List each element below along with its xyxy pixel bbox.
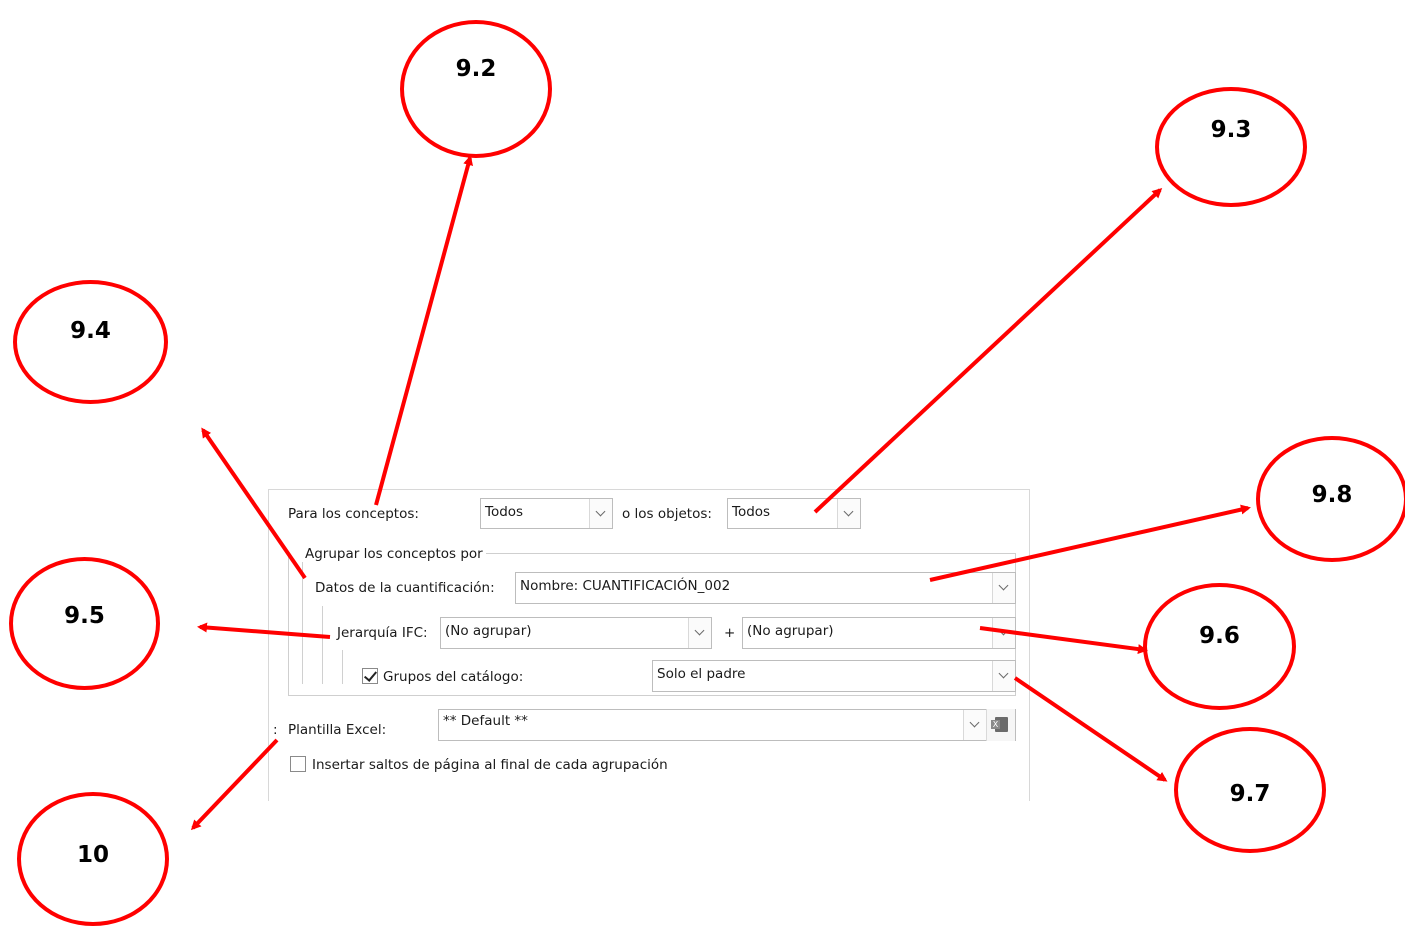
arrow-9-4 bbox=[201, 427, 307, 580]
callout-9-2: 9.2 bbox=[400, 20, 552, 158]
arrow-10 bbox=[190, 738, 279, 831]
callout-9-2-text: 9.2 bbox=[455, 56, 497, 82]
callout-9-6-text: 9.6 bbox=[1199, 623, 1240, 649]
callout-9-4-text: 9.4 bbox=[70, 318, 111, 344]
arrow-9-6 bbox=[979, 626, 1148, 655]
arrow-9-2 bbox=[374, 155, 473, 506]
arrow-9-3 bbox=[813, 187, 1163, 514]
callout-9-3-text: 9.3 bbox=[1210, 117, 1252, 143]
arrow-9-7 bbox=[1013, 676, 1168, 782]
callout-10: 10 bbox=[17, 792, 169, 926]
callout-9-6: 9.6 bbox=[1143, 583, 1296, 710]
callout-9-4: 9.4 bbox=[13, 280, 168, 404]
callout-9-7-text: 9.7 bbox=[1229, 781, 1271, 807]
callout-9-8: 9.8 bbox=[1256, 436, 1405, 562]
callout-9-8-text: 9.8 bbox=[1311, 482, 1353, 508]
callout-9-7: 9.7 bbox=[1174, 727, 1326, 853]
callout-9-5-text: 9.5 bbox=[64, 603, 105, 629]
callout-9-5: 9.5 bbox=[9, 557, 160, 690]
callout-10-text: 10 bbox=[76, 842, 109, 868]
arrow-9-5 bbox=[197, 622, 331, 639]
callout-9-3: 9.3 bbox=[1155, 87, 1307, 207]
arrow-9-8 bbox=[929, 504, 1251, 582]
